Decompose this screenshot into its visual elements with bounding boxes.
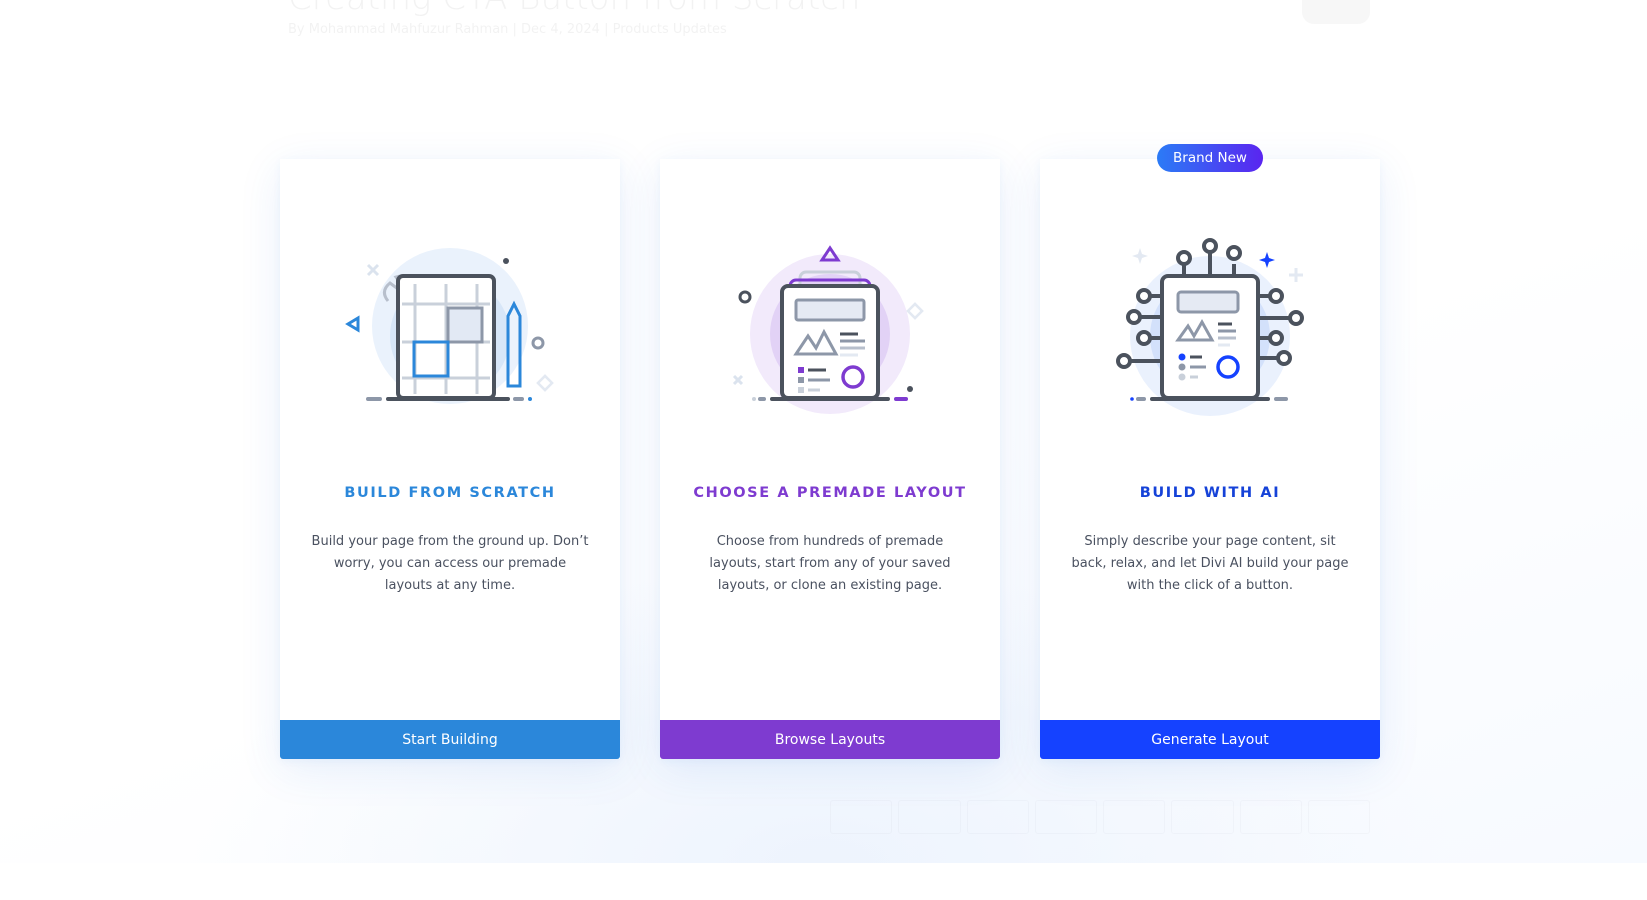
page-bottom-strip xyxy=(0,863,1647,900)
card-description: Simply describe your page content, sit b… xyxy=(1071,534,1349,593)
background-article-title: Creating CTA Button from Scratch xyxy=(288,0,860,18)
background-toolbar-item xyxy=(1307,800,1370,834)
card-title: BUILD WITH AI xyxy=(1139,485,1281,501)
background-toolbar-item xyxy=(1034,800,1097,834)
card-title: BUILD FROM SCRATCH xyxy=(344,485,556,501)
card-description: Build your page from the ground up. Don’… xyxy=(311,534,589,593)
card-title: CHOOSE A PREMADE LAYOUT xyxy=(693,485,967,501)
start-building-button[interactable]: Start Building xyxy=(280,720,620,759)
builder-options: BUILD FROM SCRATCH Build your page from … xyxy=(280,144,1380,759)
card-build-with-ai: Brand New BUILD WITH AI Simply describe … xyxy=(1040,144,1380,759)
background-toolbar-item xyxy=(830,800,893,834)
background-toolbar-item xyxy=(1103,800,1166,834)
background-toolbar xyxy=(830,800,1370,834)
card-description: Choose from hundreds of premade layouts,… xyxy=(709,534,951,593)
layout-document-icon xyxy=(732,245,924,414)
background-toolbar-item xyxy=(966,800,1029,834)
blueprint-grid-icon xyxy=(345,248,554,404)
background-toolbar-item xyxy=(1171,800,1234,834)
brand-new-badge: Brand New xyxy=(1157,144,1263,172)
background-toolbar-item xyxy=(898,800,961,834)
card-choose-premade-layout: CHOOSE A PREMADE LAYOUT Choose from hund… xyxy=(660,159,1000,759)
ai-circuit-document-icon xyxy=(1116,238,1304,416)
browse-layouts-button[interactable]: Browse Layouts xyxy=(660,720,1000,759)
card-build-from-scratch: BUILD FROM SCRATCH Build your page from … xyxy=(280,159,620,759)
generate-layout-button[interactable]: Generate Layout xyxy=(1040,720,1380,759)
background-toolbar-item xyxy=(1239,800,1302,834)
background-pill xyxy=(1302,0,1370,24)
background-article-header: Creating CTA Button from Scratch By Moha… xyxy=(288,0,860,37)
background-article-meta: By Mohammad Mahfuzur Rahman | Dec 4, 202… xyxy=(288,22,727,37)
